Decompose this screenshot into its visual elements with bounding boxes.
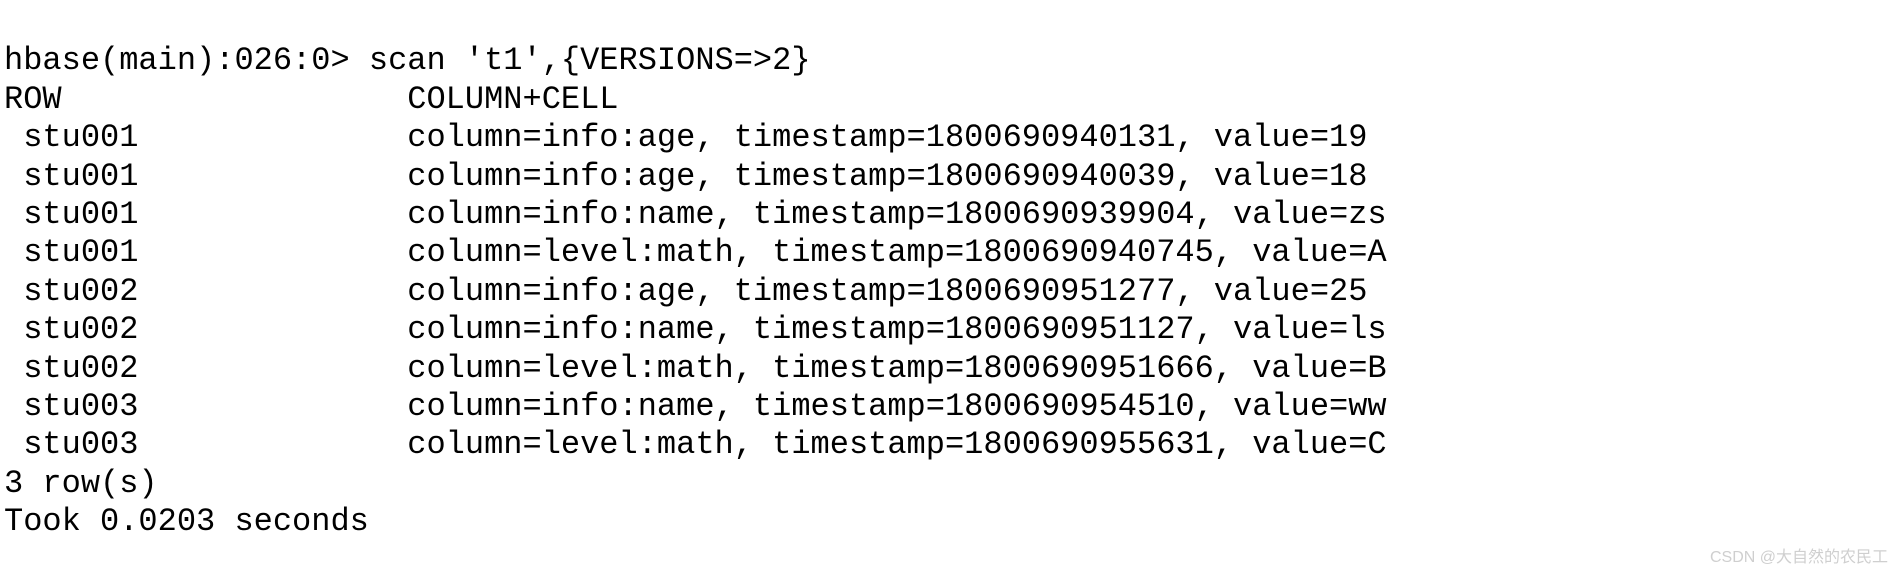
table-row-cell: column=info:name, timestamp=180069095112… [407, 311, 1386, 348]
table-row-key: stu002 [23, 350, 138, 387]
table-row-key: stu002 [23, 273, 138, 310]
header-cell: COLUMN+CELL [407, 81, 618, 118]
table-row-cell: column=info:age, timestamp=1800690940131… [407, 119, 1367, 156]
table-row-cell: column=info:name, timestamp=180069095451… [407, 388, 1386, 425]
table-row-cell: column=level:math, timestamp=18006909556… [407, 426, 1386, 463]
table-row-cell: column=level:math, timestamp=18006909407… [407, 234, 1386, 271]
table-row-key: stu001 [23, 158, 138, 195]
table-row-cell: column=info:age, timestamp=1800690951277… [407, 273, 1367, 310]
table-row-key: stu001 [23, 196, 138, 233]
table-row-key: stu003 [23, 426, 138, 463]
row-count: 3 row(s) [4, 465, 158, 502]
table-row-cell: column=level:math, timestamp=18006909516… [407, 350, 1386, 387]
table-row-key: stu002 [23, 311, 138, 348]
table-row-cell: column=info:name, timestamp=180069093990… [407, 196, 1386, 233]
watermark: CSDN @大自然的农民工 [1710, 548, 1888, 567]
table-row-key: stu001 [23, 234, 138, 271]
table-row-cell: column=info:age, timestamp=1800690940039… [407, 158, 1367, 195]
header-row: ROW [4, 81, 62, 118]
table-row-key: stu003 [23, 388, 138, 425]
table-row-key: stu001 [23, 119, 138, 156]
shell-command: scan 't1',{VERSIONS=>2} [369, 42, 811, 79]
shell-prompt: hbase(main):026:0> [4, 42, 350, 79]
elapsed-time: Took 0.0203 seconds [4, 503, 369, 540]
